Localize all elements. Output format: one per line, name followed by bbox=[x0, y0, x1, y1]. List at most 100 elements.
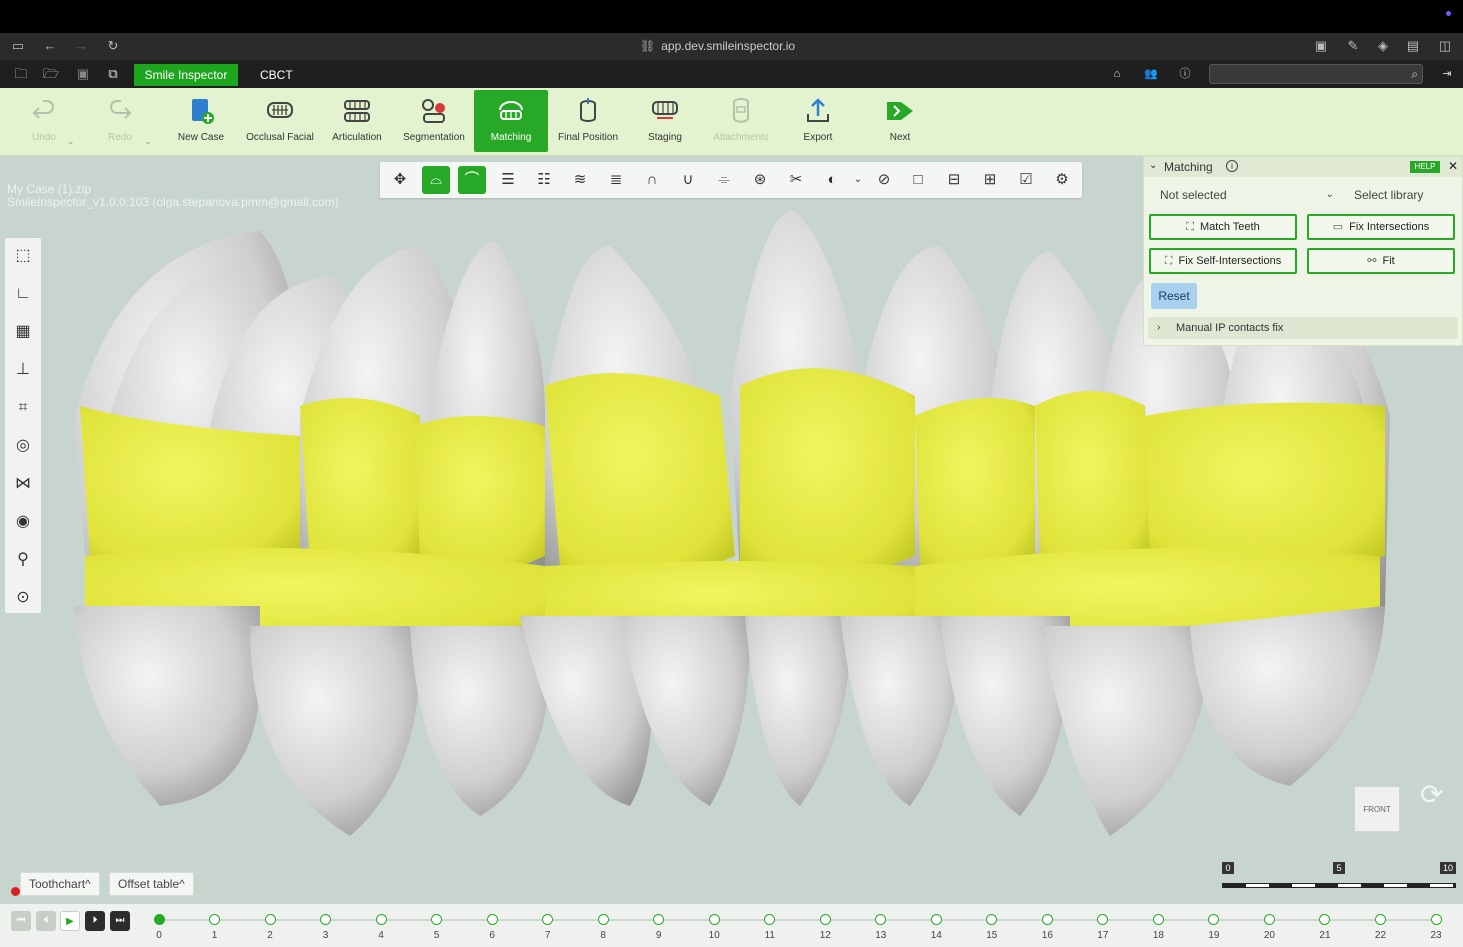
color-mode-icon[interactable]: ◐ bbox=[818, 166, 846, 194]
split-view-icon[interactable]: ◫ bbox=[1437, 38, 1453, 54]
play-button[interactable]: ▶ bbox=[60, 911, 80, 931]
left-view-icon[interactable]: ≋ bbox=[566, 166, 594, 194]
address-bar[interactable]: ⛓ app.dev.smileinspector.io bbox=[640, 39, 795, 53]
occlusion-map-icon[interactable]: ◎ bbox=[9, 432, 37, 460]
match-teeth-button[interactable]: ⛶ Match Teeth bbox=[1149, 214, 1297, 240]
timeline-step-16[interactable] bbox=[1041, 914, 1053, 925]
timeline-step-0[interactable] bbox=[153, 914, 165, 925]
timeline-step-7[interactable] bbox=[542, 914, 554, 925]
redo-button[interactable]: Redo bbox=[96, 90, 144, 152]
export-folder-icon[interactable]: ⧉ bbox=[104, 66, 122, 82]
attachments-button[interactable]: Attachments bbox=[708, 90, 774, 152]
matching-button[interactable]: Matching bbox=[474, 90, 548, 152]
ipr-icon[interactable]: ⋈ bbox=[9, 470, 37, 498]
single-view-icon[interactable]: □ bbox=[904, 166, 932, 194]
open-folder-icon[interactable]: 🗀 bbox=[12, 66, 30, 82]
timeline-step-4[interactable] bbox=[375, 914, 387, 925]
hide-icon[interactable]: ⊘ bbox=[870, 166, 898, 194]
search-input[interactable]: ⌕ bbox=[1209, 64, 1423, 84]
timeline-step-13[interactable] bbox=[875, 914, 887, 925]
grid-icon[interactable]: ▦ bbox=[9, 318, 37, 346]
axis-icon[interactable]: ∟ bbox=[9, 280, 37, 308]
last-step-button[interactable]: ⏭ bbox=[110, 911, 130, 931]
timeline-step-3[interactable] bbox=[320, 914, 332, 925]
3d-viewport[interactable]: My Case (1).zip SmileInspector_v1.0.0.10… bbox=[0, 156, 1463, 947]
fix-intersections-button[interactable]: ▭ Fix Intersections bbox=[1307, 214, 1455, 240]
timeline-step-1[interactable] bbox=[209, 914, 221, 925]
home-icon[interactable]: ⌂ bbox=[1108, 66, 1126, 82]
next-button[interactable]: Next bbox=[876, 90, 924, 152]
split-horizontal-icon[interactable]: ⊟ bbox=[940, 166, 968, 194]
tab-cbct[interactable]: CBCT bbox=[260, 64, 293, 86]
info-icon[interactable]: i bbox=[1226, 160, 1238, 172]
import-folder-icon[interactable]: 🗁 bbox=[42, 66, 60, 82]
info-icon[interactable]: ⓘ bbox=[1176, 66, 1194, 82]
next-step-button[interactable]: ⏵ bbox=[85, 911, 105, 931]
back-arrow-icon[interactable]: ← bbox=[42, 38, 58, 54]
layers-icon[interactable]: ◈ bbox=[1375, 38, 1391, 54]
redo-dropdown-icon[interactable]: ⌄ bbox=[144, 136, 152, 147]
timeline-step-8[interactable] bbox=[597, 914, 609, 925]
tooth-select-icon[interactable]: ⬚ bbox=[9, 242, 37, 270]
timeline-step-10[interactable] bbox=[708, 914, 720, 925]
timeline-step-22[interactable] bbox=[1374, 914, 1386, 925]
upper-jaw-toggle-icon[interactable]: ⌓ bbox=[422, 166, 450, 194]
undo-dropdown-icon[interactable]: ⌄ bbox=[67, 136, 75, 147]
lower-arch-icon[interactable]: ∪ bbox=[674, 166, 702, 194]
new-case-button[interactable]: New Case bbox=[172, 90, 230, 152]
save-icon[interactable]: ▣ bbox=[74, 66, 92, 82]
timeline-step-20[interactable] bbox=[1263, 914, 1275, 925]
settings-gear-icon[interactable]: ⚙ bbox=[1048, 166, 1076, 194]
timeline-track[interactable] bbox=[155, 919, 1440, 921]
timeline-step-17[interactable] bbox=[1097, 914, 1109, 925]
timeline-step-18[interactable] bbox=[1152, 914, 1164, 925]
articulator-icon[interactable]: ⌗ bbox=[9, 394, 37, 422]
first-step-button[interactable]: ⏮ bbox=[11, 911, 31, 931]
fix-self-intersections-button[interactable]: ⛶ Fix Self-Intersections bbox=[1149, 248, 1297, 274]
timeline-step-9[interactable] bbox=[653, 914, 665, 925]
timeline-step-21[interactable] bbox=[1319, 914, 1331, 925]
extension-icon[interactable]: ▣ bbox=[1313, 38, 1329, 54]
view-cube-front[interactable]: FRONT bbox=[1354, 786, 1400, 832]
search-tooth-icon[interactable]: ⊙ bbox=[9, 584, 37, 612]
sidebar-toggle-icon[interactable]: ▭ bbox=[10, 38, 26, 54]
pen-icon[interactable]: ✎ bbox=[1345, 38, 1361, 54]
staging-button[interactable]: Staging bbox=[634, 90, 696, 152]
measure-icon[interactable]: ✂ bbox=[782, 166, 810, 194]
overlay-icon[interactable]: ◉ bbox=[9, 508, 37, 536]
offset-table-tab[interactable]: Offset table^ bbox=[109, 872, 194, 896]
lower-jaw-toggle-icon[interactable]: ⌒ bbox=[458, 166, 486, 194]
timeline-step-14[interactable] bbox=[930, 914, 942, 925]
tab-smile-inspector[interactable]: Smile Inspector bbox=[134, 64, 238, 86]
close-icon[interactable]: ✕ bbox=[1448, 159, 1458, 173]
final-position-button[interactable]: Final Position bbox=[554, 90, 622, 152]
jaws-closed-icon[interactable]: ☷ bbox=[530, 166, 558, 194]
manual-ip-contacts-section[interactable]: › Manual IP contacts fix bbox=[1148, 317, 1458, 339]
rotate-view-icon[interactable]: ⊛ bbox=[746, 166, 774, 194]
segmentation-button[interactable]: Segmentation bbox=[398, 90, 470, 152]
reader-icon[interactable]: ▤ bbox=[1405, 38, 1421, 54]
users-icon[interactable]: 👥 bbox=[1142, 66, 1160, 82]
teeth-view-icon[interactable]: ⌯ bbox=[710, 166, 738, 194]
help-button[interactable]: HELP bbox=[1410, 161, 1440, 173]
undo-button[interactable]: Undo bbox=[20, 90, 68, 152]
timeline-step-19[interactable] bbox=[1208, 914, 1220, 925]
reset-button[interactable]: Reset bbox=[1151, 283, 1197, 309]
root-icon[interactable]: ⚲ bbox=[9, 546, 37, 574]
timeline-step-23[interactable] bbox=[1430, 914, 1442, 925]
reload-icon[interactable]: ↻ bbox=[105, 38, 121, 54]
timeline-step-5[interactable] bbox=[431, 914, 443, 925]
toothchart-tab[interactable]: Toothchart^ bbox=[20, 872, 100, 896]
timeline-step-2[interactable] bbox=[264, 914, 276, 925]
occlusal-facial-button[interactable]: Occlusal Facial bbox=[244, 90, 316, 152]
library-select[interactable]: Not selected ⌄ bbox=[1152, 184, 1340, 206]
prev-step-button[interactable]: ⏴ bbox=[36, 911, 56, 931]
rotate-arrows-icon[interactable]: ⟳ bbox=[1420, 778, 1448, 838]
articulation-button[interactable]: Articulation bbox=[326, 90, 388, 152]
color-mode-dropdown-icon[interactable]: ⌄ bbox=[844, 166, 872, 194]
timeline-step-6[interactable] bbox=[486, 914, 498, 925]
timeline-step-11[interactable] bbox=[764, 914, 776, 925]
logout-icon[interactable]: ⇥ bbox=[1438, 66, 1456, 82]
upper-arch-icon[interactable]: ∩ bbox=[638, 166, 666, 194]
jaws-open-icon[interactable]: ☰ bbox=[494, 166, 522, 194]
